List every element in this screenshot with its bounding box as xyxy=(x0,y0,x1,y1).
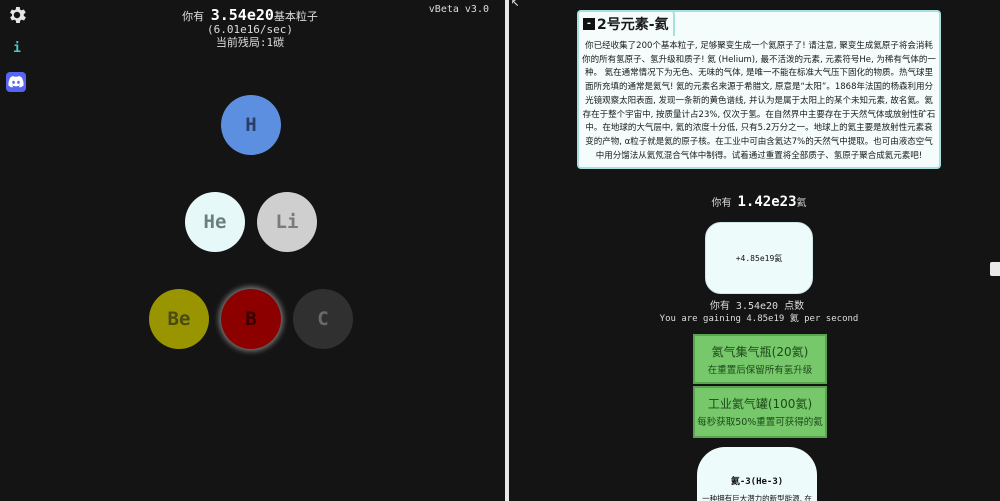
points-prefix: 你有 xyxy=(182,10,205,23)
collapse-icon[interactable]: - xyxy=(583,18,595,30)
gain-rate-line: You are gaining 4.85e19 氦 per second xyxy=(659,314,859,324)
back-arrow-icon[interactable]: ↖ xyxy=(511,0,519,10)
upgrade-helium-bottle[interactable]: 氦气集气瓶(20氦) 在重置后保留所有氢升级 xyxy=(693,334,827,384)
element-node-c[interactable]: C xyxy=(293,289,353,349)
upgrade-description: 在重置后保留所有氢升级 xyxy=(707,365,813,376)
points-amount: 3.54e20 xyxy=(210,6,274,24)
element-node-b[interactable]: B xyxy=(221,289,281,349)
version-label: vBeta v3.0 xyxy=(428,4,489,15)
edge-tab-icon[interactable] xyxy=(990,262,1000,276)
points-unit: 基本粒子 xyxy=(273,10,318,23)
upgrade-title: 氦气集气瓶(20氦) xyxy=(711,345,809,359)
description-title: - 2号元素-氦 xyxy=(577,10,675,36)
points-line: 你有 3.54e20 点数 xyxy=(709,301,805,312)
tree-panel: i 你有 3.54e20基本粒子 (6.01e16/sec) 当前残局:1碳 v… xyxy=(0,0,505,501)
element-node-h[interactable]: H xyxy=(221,95,281,155)
layer-currency: 你有 1.42e23氦 xyxy=(669,194,849,210)
upgrade-title: 工业氦气罐(100氦) xyxy=(707,397,813,411)
points-display: 你有 3.54e20基本粒子 (6.01e16/sec) 当前残局:1碳 xyxy=(150,6,350,50)
currency-amount: 1.42e23 xyxy=(737,194,797,210)
discord-icon[interactable] xyxy=(6,72,26,92)
he3-description: 一种拥有巨大潜力的新型能源, 在 xyxy=(702,494,812,501)
settings-gear-icon[interactable] xyxy=(6,4,28,26)
element-description: - 2号元素-氦 你已经收集了200个基本粒子, 足够聚变生成一个氦原子了! 请… xyxy=(577,10,941,170)
current-round: 当前残局:1碳 xyxy=(215,36,285,49)
info-icon[interactable]: i xyxy=(10,40,24,56)
element-node-be[interactable]: Be xyxy=(149,289,209,349)
upgrade-description: 每秒获取50%重置可获得的氦 xyxy=(697,417,823,428)
currency-prefix: 你有 xyxy=(711,198,732,209)
points-rate: (6.01e16/sec) xyxy=(206,23,294,36)
element-title: 2号元素-氦 xyxy=(597,17,669,33)
he3-card[interactable]: 氦-3(He-3) 一种拥有巨大潜力的新型能源, 在 xyxy=(697,447,817,501)
reset-gain-button[interactable]: +4.85e19氦 xyxy=(705,222,813,294)
he3-title: 氦-3(He-3) xyxy=(730,477,784,487)
currency-unit: 氦 xyxy=(796,198,807,209)
layer-panel: ↖ - 2号元素-氦 你已经收集了200个基本粒子, 足够聚变生成一个氦原子了!… xyxy=(509,0,1000,501)
element-node-he[interactable]: He xyxy=(185,192,245,252)
element-node-li[interactable]: Li xyxy=(257,192,317,252)
upgrade-helium-tank[interactable]: 工业氦气罐(100氦) 每秒获取50%重置可获得的氦 xyxy=(693,386,827,438)
